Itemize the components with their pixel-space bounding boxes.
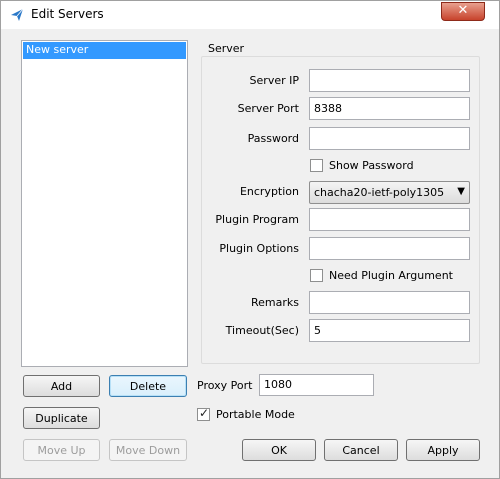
server-port-input[interactable]: 8388 <box>309 97 470 120</box>
checkbox-box[interactable] <box>310 158 323 172</box>
cancel-button[interactable]: Cancel <box>324 439 398 461</box>
checkbox-box[interactable] <box>197 406 210 421</box>
server-ip-label: Server IP <box>249 74 299 87</box>
title-bar[interactable]: Edit Servers ✕ <box>1 1 499 29</box>
portable-mode-checkbox[interactable]: Portable Mode <box>197 406 295 422</box>
window-title: Edit Servers <box>31 7 104 21</box>
chevron-down-icon: ▼ <box>457 186 465 197</box>
password-input[interactable] <box>309 127 470 150</box>
show-password-label: Show Password <box>329 158 414 172</box>
proxy-port-label: Proxy Port <box>197 379 253 392</box>
server-ip-input[interactable] <box>309 69 470 92</box>
encryption-value: chacha20-ietf-poly1305 <box>314 186 445 199</box>
need-plugin-argument-label: Need Plugin Argument <box>329 268 453 282</box>
paper-plane-icon <box>10 8 24 22</box>
remarks-label: Remarks <box>251 296 299 309</box>
server-port-label: Server Port <box>237 102 299 115</box>
list-item[interactable]: New server <box>23 42 186 59</box>
close-button[interactable]: ✕ <box>441 2 485 21</box>
encryption-dropdown[interactable]: chacha20-ietf-poly1305 ▼ <box>309 181 470 204</box>
remarks-input[interactable] <box>309 291 470 314</box>
show-password-checkbox[interactable]: Show Password <box>310 157 414 173</box>
apply-button[interactable]: Apply <box>406 439 480 461</box>
plugin-options-label: Plugin Options <box>219 242 299 255</box>
duplicate-button[interactable]: Duplicate <box>23 407 100 429</box>
timeout-input[interactable]: 5 <box>309 319 470 342</box>
plugin-program-input[interactable] <box>309 208 470 231</box>
timeout-label: Timeout(Sec) <box>225 324 299 337</box>
edit-servers-window: Edit Servers ✕ New server Server Server … <box>0 0 500 479</box>
delete-button[interactable]: Delete <box>109 375 187 397</box>
proxy-port-input[interactable]: 1080 <box>259 374 374 396</box>
portable-mode-label: Portable Mode <box>216 407 295 421</box>
password-label: Password <box>247 132 299 145</box>
server-list[interactable]: New server <box>21 40 188 367</box>
add-button[interactable]: Add <box>23 375 100 397</box>
move-down-button[interactable]: Move Down <box>109 439 187 461</box>
server-group-title: Server <box>208 42 245 55</box>
need-plugin-argument-checkbox[interactable]: Need Plugin Argument <box>310 267 453 283</box>
plugin-options-input[interactable] <box>309 237 470 260</box>
close-icon: ✕ <box>457 3 469 18</box>
ok-button[interactable]: OK <box>242 439 316 461</box>
move-up-button[interactable]: Move Up <box>23 439 100 461</box>
checkbox-box[interactable] <box>310 268 323 282</box>
encryption-label: Encryption <box>239 185 299 198</box>
plugin-program-label: Plugin Program <box>215 213 299 226</box>
